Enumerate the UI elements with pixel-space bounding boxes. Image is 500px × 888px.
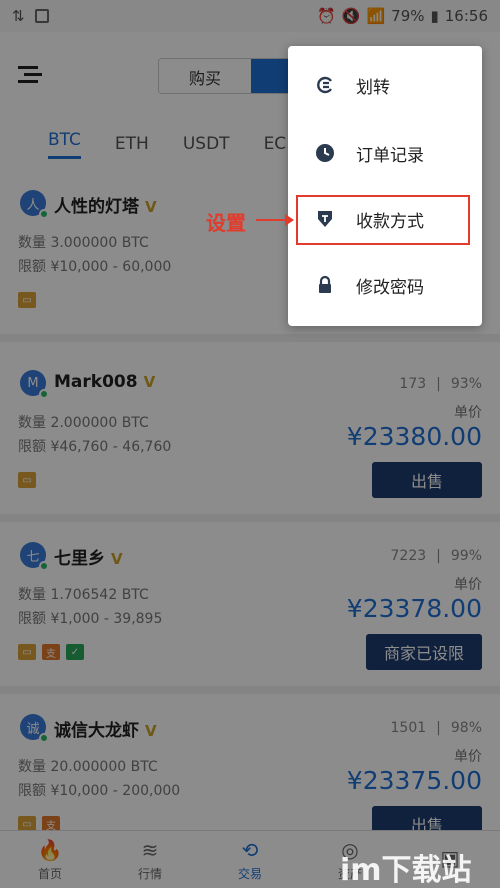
highlight-box	[296, 195, 470, 245]
clock-icon	[314, 142, 336, 164]
menu-item-label: 修改密码	[356, 277, 424, 298]
menu-item-order-records[interactable]: 订单记录	[288, 120, 482, 186]
lock-icon	[314, 274, 336, 296]
watermark: im下载站	[340, 853, 472, 888]
transfer-icon	[314, 74, 336, 96]
annotation-arrow-icon	[256, 214, 294, 226]
menu-item-label: 订单记录	[356, 145, 424, 166]
annotation-label: 设置	[206, 211, 246, 235]
menu-item-change-password[interactable]: 修改密码	[288, 252, 482, 318]
menu-item-label: 划转	[356, 77, 390, 98]
popup-menu: 划转 订单记录 收款方式 修改密码	[288, 46, 482, 326]
menu-item-transfer[interactable]: 划转	[288, 52, 482, 118]
